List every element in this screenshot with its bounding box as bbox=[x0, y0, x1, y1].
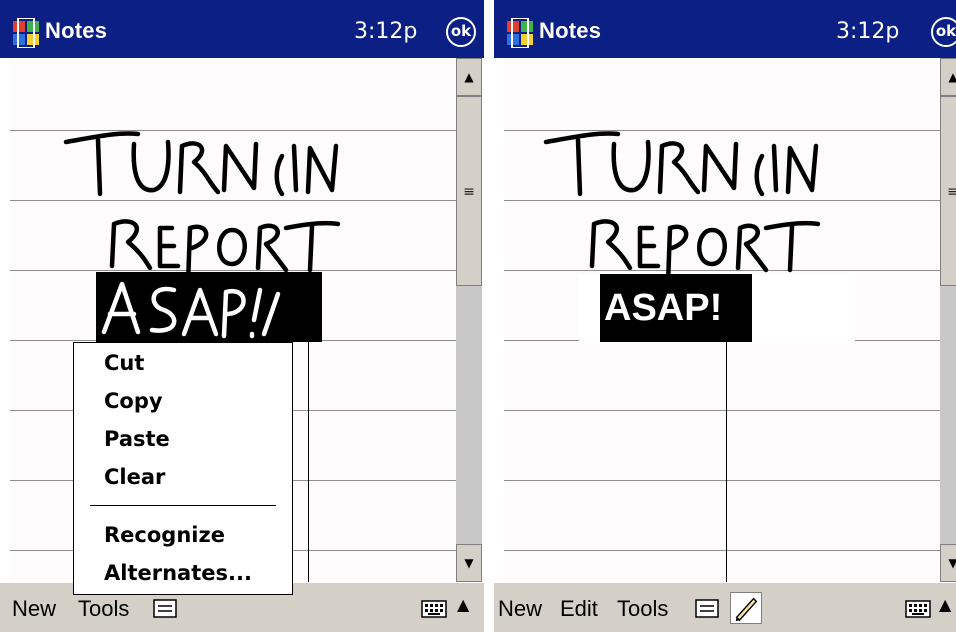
menu-item-copy[interactable]: Copy bbox=[104, 389, 163, 413]
note-canvas[interactable]: ASAP! bbox=[504, 58, 940, 582]
scroll-up-icon[interactable]: ▲ bbox=[940, 58, 956, 96]
ok-button[interactable]: ok bbox=[446, 17, 476, 47]
menu-bar: New Edit Tools ▲ bbox=[494, 582, 956, 632]
scroll-down-icon[interactable]: ▼ bbox=[456, 544, 482, 582]
recognized-text[interactable]: ASAP! bbox=[600, 274, 752, 342]
scroll-thumb[interactable]: ≡ bbox=[456, 96, 482, 286]
start-flag-icon[interactable] bbox=[10, 18, 42, 48]
notes-screen-left: Notes 3:12p ok ▲ ≡ ▼ New Tools ▲ Cut Cop… bbox=[0, 0, 484, 632]
app-title: Notes bbox=[539, 18, 602, 43]
menu-item-cut[interactable]: Cut bbox=[104, 351, 144, 375]
context-menu: Cut Copy Paste Clear Recognize Alternate… bbox=[73, 342, 293, 595]
menu-tools[interactable]: Tools bbox=[78, 596, 129, 622]
app-title: Notes bbox=[45, 18, 108, 43]
clock[interactable]: 3:12p bbox=[836, 19, 899, 44]
title-bar: Notes 3:12p ok bbox=[0, 0, 484, 58]
start-flag-icon[interactable] bbox=[504, 18, 536, 48]
menu-new[interactable]: New bbox=[498, 596, 542, 622]
clock[interactable]: 3:12p bbox=[354, 19, 417, 44]
input-panel-arrow-icon[interactable]: ▲ bbox=[939, 595, 951, 614]
menu-item-paste[interactable]: Paste bbox=[104, 427, 170, 451]
scroll-thumb[interactable]: ≡ bbox=[940, 96, 956, 286]
menu-tools[interactable]: Tools bbox=[617, 596, 668, 622]
menu-item-recognize[interactable]: Recognize bbox=[104, 523, 225, 547]
menu-item-alternates[interactable]: Alternates... bbox=[104, 561, 252, 585]
pen-icon[interactable] bbox=[730, 592, 762, 624]
input-panel-arrow-icon[interactable]: ▲ bbox=[457, 595, 469, 614]
ok-button[interactable]: ok bbox=[931, 17, 956, 47]
recognizer-icon[interactable] bbox=[695, 599, 721, 619]
scroll-down-icon[interactable]: ▼ bbox=[940, 544, 956, 582]
recognizer-icon[interactable] bbox=[153, 599, 179, 619]
scroll-up-icon[interactable]: ▲ bbox=[456, 58, 482, 96]
menu-separator bbox=[90, 505, 276, 506]
menu-edit[interactable]: Edit bbox=[560, 596, 598, 622]
keyboard-icon[interactable] bbox=[905, 599, 931, 619]
menu-item-clear[interactable]: Clear bbox=[104, 465, 165, 489]
vertical-scrollbar[interactable]: ▲ ≡ ▼ bbox=[456, 58, 482, 582]
keyboard-icon[interactable] bbox=[421, 599, 447, 619]
title-bar: Notes 3:12p ok bbox=[494, 0, 956, 58]
menu-new[interactable]: New bbox=[12, 596, 56, 622]
vertical-scrollbar[interactable]: ▲ ≡ ▼ bbox=[940, 58, 956, 582]
notes-screen-right: Notes 3:12p ok ASAP! ▲ ≡ ▼ New Edit Tool… bbox=[494, 0, 956, 632]
